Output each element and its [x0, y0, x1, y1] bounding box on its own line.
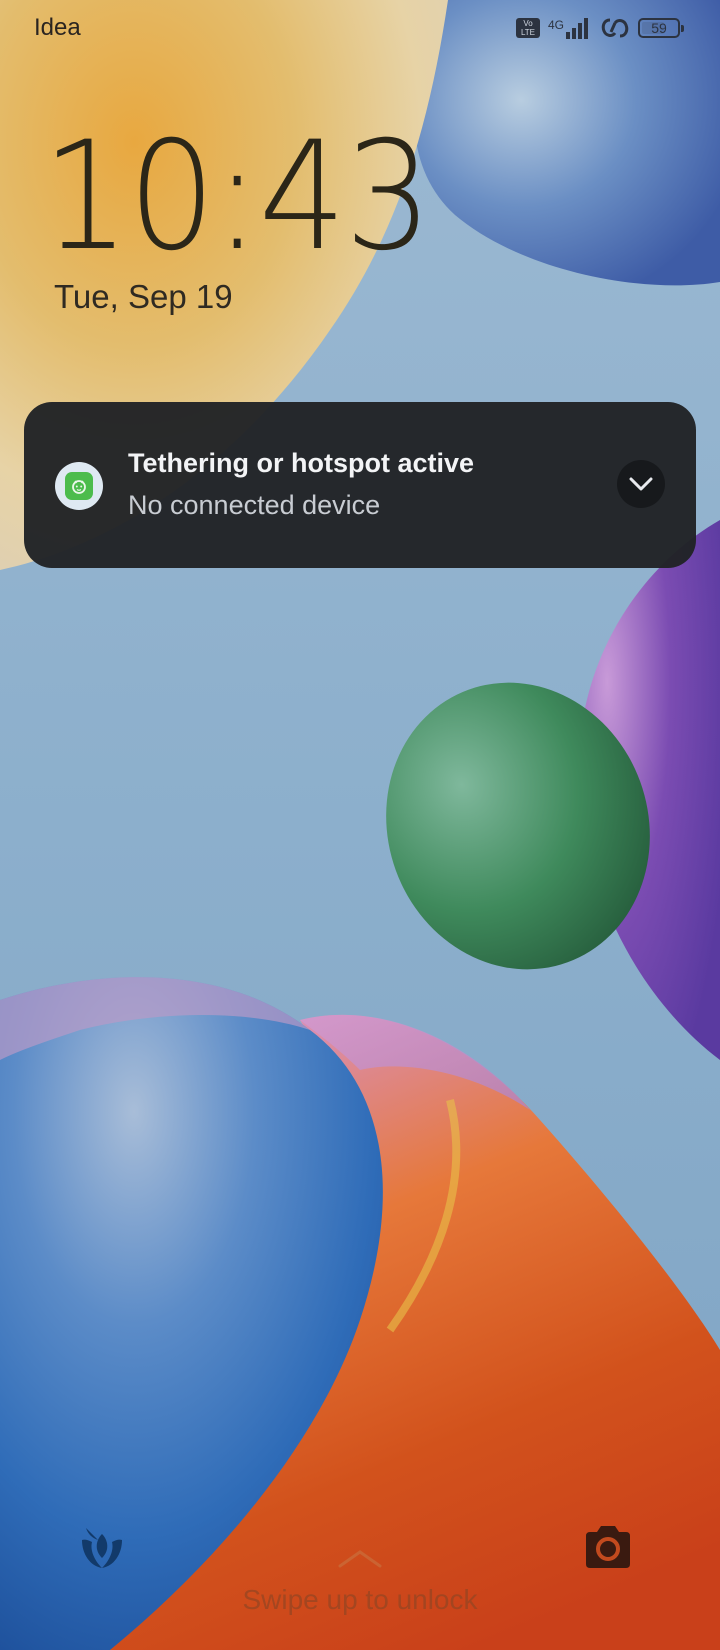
- notification-text: No connected device: [128, 490, 381, 520]
- clock-date: Tue, Sep 19: [54, 278, 233, 315]
- status-icons: Vo LTE 4G 59: [515, 14, 684, 42]
- notification-title: Tethering or hotspot active: [128, 448, 475, 478]
- swipe-up-hint: Swipe up to unlock: [242, 1584, 478, 1615]
- chevron-down-icon: [629, 477, 653, 491]
- android-icon: [65, 472, 93, 500]
- tulip-icon[interactable]: [76, 1520, 128, 1572]
- battery-icon: 59: [638, 18, 684, 38]
- status-bar: Idea Vo LTE 4G 59: [0, 0, 720, 56]
- volte-icon: Vo LTE: [515, 18, 540, 38]
- network-type-label: 4G: [547, 18, 564, 32]
- expand-notification-button[interactable]: [617, 460, 665, 508]
- carrier-name: Idea: [34, 14, 81, 41]
- hotspot-notification[interactable]: Tethering or hotspot active No connected…: [24, 402, 696, 568]
- swipe-up-arrow-icon: [338, 1550, 382, 1568]
- hotspot-app-icon: [55, 462, 103, 510]
- signal-bars-icon: [566, 18, 588, 39]
- clock-time: 10:43: [42, 110, 432, 284]
- lock-screen: Idea Vo LTE 4G 59 10:43 Tue, Sep 19 Teth…: [0, 0, 720, 1650]
- signal-icon: 4G: [548, 17, 592, 39]
- hotspot-icon: [601, 18, 629, 38]
- battery-level: 59: [651, 20, 667, 36]
- camera-icon[interactable]: [582, 1524, 634, 1570]
